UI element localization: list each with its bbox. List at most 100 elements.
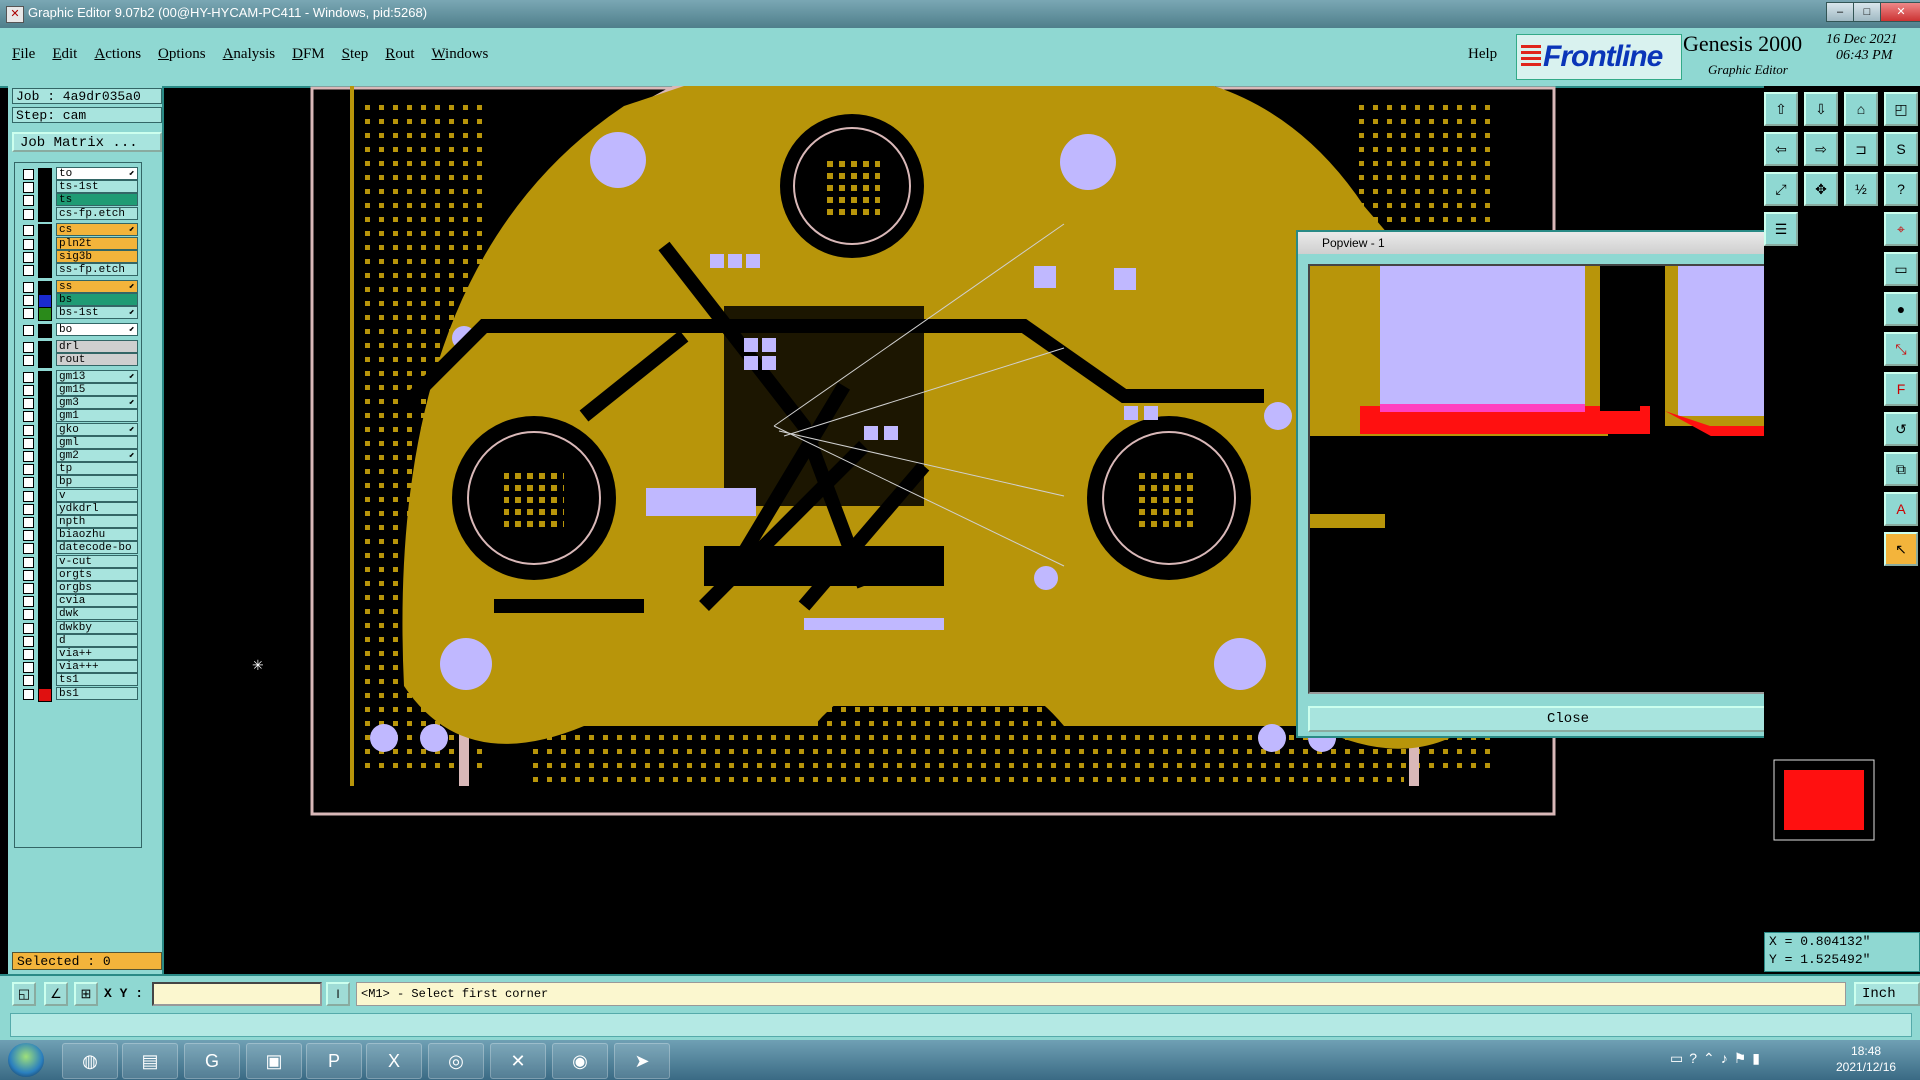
layer-row[interactable]: orgbs [15, 581, 141, 596]
layer-row[interactable]: v-cut [15, 554, 141, 570]
layer-row[interactable]: ss-fp.etch [15, 263, 141, 278]
layer-row[interactable]: pln2t [15, 236, 141, 252]
menu-edit[interactable]: Edit [52, 46, 77, 63]
layer-name[interactable]: gm13 ⬋ [56, 369, 138, 383]
menu-step[interactable]: Step [342, 46, 369, 63]
layer-checkbox[interactable] [23, 517, 34, 528]
layer-checkbox[interactable] [23, 543, 34, 555]
taskbar-messenger-icon[interactable]: ➤ [614, 1043, 670, 1079]
layer-row[interactable]: ydkdrl [15, 501, 141, 517]
tool-flip-icon[interactable]: F [1884, 372, 1918, 406]
taskbar-viewer-icon[interactable]: ◎ [428, 1043, 484, 1079]
angle-mode-icon[interactable]: ∠ [44, 982, 68, 1006]
layer-name[interactable]: ss-fp.etch [56, 263, 138, 276]
layer-name[interactable]: gm2 ⬋ [56, 449, 138, 462]
layer-name[interactable]: biaozhu [56, 528, 138, 542]
layer-row[interactable]: ts1 [15, 673, 141, 689]
layer-checkbox[interactable] [23, 569, 34, 581]
layer-row[interactable]: via+++ [15, 660, 141, 676]
layer-name[interactable]: bs1 [56, 686, 138, 700]
layer-checkbox[interactable] [23, 182, 34, 194]
layer-checkbox[interactable] [23, 385, 34, 396]
layer-checkbox[interactable] [23, 371, 34, 383]
taskbar-clock[interactable]: 18:48 2021/12/16 [1836, 1043, 1896, 1075]
tool-zoom-icon[interactable]: ⊐ [1844, 132, 1878, 166]
layer-checkbox[interactable] [23, 195, 34, 207]
layer-row[interactable]: gm1 [15, 409, 141, 425]
grid-mode-icon[interactable]: ⊞ [74, 982, 98, 1006]
layer-row[interactable]: gm3 ⬋ [15, 396, 141, 412]
layer-name[interactable]: v [56, 488, 138, 502]
layer-row[interactable]: v [15, 488, 141, 504]
layer-name[interactable]: gm15 [56, 383, 138, 396]
layer-name[interactable]: cs-fp.etch [56, 206, 138, 220]
layer-name[interactable]: datecode-bo [56, 541, 138, 555]
layer-name[interactable]: ts [56, 193, 138, 207]
tool-pointer-icon[interactable]: ↖ [1884, 532, 1918, 566]
tool-right-icon[interactable]: ⇨ [1804, 132, 1838, 166]
layer-row[interactable]: bs-1st ⬋ [15, 306, 141, 322]
layer-row[interactable]: gko ⬋ [15, 422, 141, 438]
layer-name[interactable]: ss ⬋ [56, 279, 138, 293]
layer-checkbox[interactable] [23, 503, 34, 515]
layer-row[interactable]: drl [15, 339, 141, 355]
menu-rout[interactable]: Rout [385, 46, 414, 63]
layer-row[interactable]: ts [15, 193, 141, 209]
layer-name[interactable]: orgts [56, 567, 138, 581]
layer-checkbox[interactable] [23, 225, 34, 237]
layer-row[interactable]: tp [15, 462, 141, 478]
layer-name[interactable]: ts1 [56, 673, 138, 687]
taskbar-app-g-icon[interactable]: G [184, 1043, 240, 1079]
tool-node-icon[interactable]: ● [1884, 292, 1918, 326]
tool-help-icon[interactable]: ? [1884, 172, 1918, 206]
layer-checkbox[interactable] [23, 635, 34, 647]
taskbar-shell-icon[interactable]: ◍ [62, 1043, 118, 1079]
layer-row[interactable]: gm15 [15, 383, 141, 398]
layer-row[interactable]: cs-fp.etch [15, 206, 141, 222]
layer-checkbox[interactable] [23, 688, 34, 700]
job-matrix-button[interactable]: Job Matrix ... [12, 132, 162, 152]
layer-checkbox[interactable] [23, 208, 34, 220]
layer-checkbox[interactable] [23, 530, 34, 542]
taskbar-excel-icon[interactable]: X [366, 1043, 422, 1079]
layer-name[interactable]: gm3 ⬋ [56, 396, 138, 410]
layer-checkbox[interactable] [23, 583, 34, 594]
tool-link-icon[interactable]: ⤡ [1884, 332, 1918, 366]
layer-name[interactable]: orgbs [56, 581, 138, 594]
xy-input[interactable] [152, 982, 322, 1006]
layer-checkbox[interactable] [23, 437, 34, 449]
layer-name[interactable]: drl [56, 339, 138, 353]
layer-row[interactable]: rout [15, 353, 141, 368]
layer-checkbox[interactable] [23, 295, 34, 306]
layer-row[interactable]: npth [15, 515, 141, 530]
layer-name[interactable]: rout [56, 353, 138, 366]
layer-row[interactable]: via++ [15, 647, 141, 662]
layer-row[interactable]: orgts [15, 567, 141, 583]
layer-checkbox[interactable] [23, 477, 34, 489]
tool-snap-icon[interactable]: S [1884, 132, 1918, 166]
layer-name[interactable]: dwk [56, 607, 138, 621]
layer-row[interactable]: sig3b [15, 249, 141, 265]
layer-name[interactable]: cvia [56, 594, 138, 608]
layer-checkbox[interactable] [23, 308, 34, 320]
layer-name[interactable]: ts-1st [56, 180, 138, 194]
layer-checkbox[interactable] [23, 451, 34, 462]
layer-checkbox[interactable] [23, 490, 34, 502]
cursor-info-icon[interactable]: ⏽ [326, 982, 350, 1006]
layer-row[interactable]: ss ⬋ [15, 279, 141, 295]
tool-step-up-icon[interactable]: ⇧ [1764, 92, 1798, 126]
layer-checkbox[interactable] [23, 662, 34, 674]
layer-row[interactable]: bs1 [15, 686, 141, 702]
snap-mode-icon[interactable]: ◱ [12, 982, 36, 1006]
popview-close-button[interactable]: Close [1308, 706, 1828, 732]
layer-checkbox[interactable] [23, 169, 34, 180]
layer-row[interactable]: to ⬋ [15, 167, 141, 182]
close-window-button[interactable]: ✕ [1880, 2, 1920, 22]
tool-pan-icon[interactable]: ✥ [1804, 172, 1838, 206]
layer-name[interactable]: bs-1st ⬋ [56, 306, 138, 320]
layer-checkbox[interactable] [23, 649, 34, 660]
tool-list-icon[interactable]: ☰ [1764, 212, 1798, 246]
maximize-button[interactable]: □ [1853, 2, 1881, 22]
layer-row[interactable]: dwkby [15, 620, 141, 636]
layer-row[interactable]: gm2 ⬋ [15, 449, 141, 464]
